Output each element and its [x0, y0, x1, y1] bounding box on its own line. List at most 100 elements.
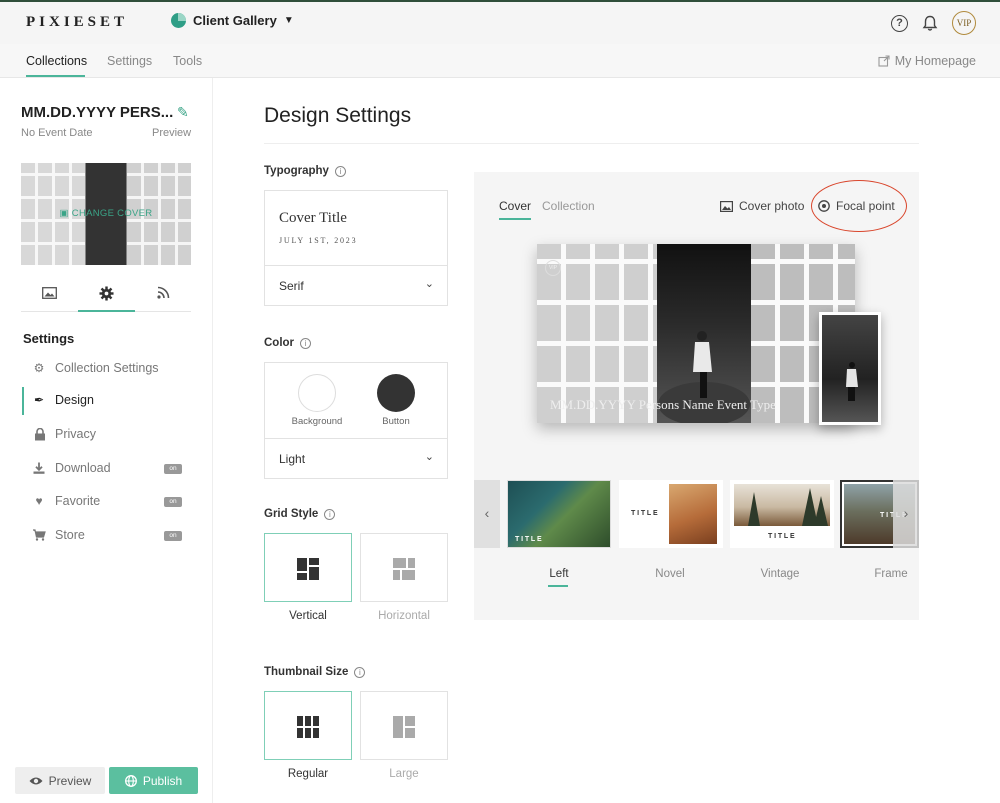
grid-vertical-option[interactable]: [264, 533, 352, 602]
help-icon[interactable]: ?: [891, 14, 908, 32]
layout-vintage-card[interactable]: TITLE: [730, 480, 834, 548]
layout-title-text: TITLE: [515, 536, 544, 543]
grid-vertical-label: Vertical: [289, 610, 327, 622]
cover-photo-label: Cover photo: [739, 199, 805, 213]
tab-tools[interactable]: Tools: [173, 54, 202, 68]
photo-icon: [42, 287, 57, 299]
product-switcher[interactable]: Client Gallery ▼: [171, 13, 294, 28]
horizontal-grid-icon: [393, 558, 415, 580]
sidebar: MM.DD.YYYY PERS... ✎ No Event Date Previ…: [0, 78, 213, 803]
thumbnail-large-option[interactable]: [360, 691, 448, 760]
theme-select-value: Light: [279, 452, 306, 466]
preview-button-label: Preview: [48, 773, 92, 788]
preview-tab-collection[interactable]: Collection: [542, 199, 595, 213]
color-box: Background Button Light ⌄: [264, 362, 448, 479]
typography-heading: Typography i: [264, 165, 346, 177]
grid-horizontal-option[interactable]: [360, 533, 448, 602]
thumbnail-size-heading: Thumbnail Size i: [264, 666, 366, 678]
layout-label-novel[interactable]: Novel: [618, 568, 722, 580]
activity-tab[interactable]: [135, 286, 192, 304]
event-date: No Event Date: [21, 127, 93, 139]
edit-pencil-icon[interactable]: ✎: [177, 104, 189, 121]
cart-icon: [33, 529, 46, 541]
sidebar-item-store[interactable]: Store on: [22, 522, 213, 550]
pine-trees-graphic: [734, 484, 830, 526]
external-link-icon: [878, 55, 890, 67]
grid-style-heading-label: Grid Style: [264, 508, 319, 520]
preview-button[interactable]: Preview: [15, 767, 105, 794]
my-homepage-link[interactable]: My Homepage: [878, 54, 976, 68]
scroll-left-button[interactable]: ‹: [474, 480, 500, 548]
image-icon: ▣: [59, 208, 69, 219]
vip-badge[interactable]: VIP: [952, 11, 976, 35]
change-cover-label: CHANGE COVER: [71, 208, 153, 219]
download-icon: [33, 462, 45, 474]
eye-icon: [29, 777, 43, 784]
cover-logo-mark: VIP: [545, 260, 561, 276]
color-heading: Color i: [264, 337, 312, 349]
info-icon[interactable]: i: [300, 337, 312, 349]
sidebar-item-favorite[interactable]: ♥ Favorite on: [22, 488, 213, 516]
thumbnail-large-label: Large: [389, 768, 419, 780]
background-color-swatch[interactable]: [298, 374, 336, 412]
sidebar-item-privacy[interactable]: Privacy: [22, 421, 213, 449]
info-icon[interactable]: i: [334, 165, 346, 177]
status-badge: on: [164, 497, 182, 507]
cover-image-desktop: VIP MM.DD.YYYY Persons Name Event Type: [537, 244, 855, 423]
mobile-person-graphic: [846, 362, 858, 401]
regular-grid-icon: [297, 716, 319, 738]
sidebar-item-design[interactable]: ✒ Design: [22, 387, 213, 415]
chevron-right-icon: ›: [903, 505, 909, 521]
typography-box: Cover Title JULY 1ST, 2023 Serif ⌄: [264, 190, 448, 306]
tab-settings[interactable]: Settings: [107, 54, 152, 68]
bell-icon[interactable]: [922, 15, 938, 32]
color-swatches: Background Button: [265, 363, 447, 439]
change-cover-button[interactable]: ▣ CHANGE COVER: [21, 208, 191, 219]
button-label: Button: [382, 416, 410, 427]
thumbnail-regular-label: Regular: [287, 768, 329, 780]
page-title: Design Settings: [264, 104, 412, 127]
status-badge: on: [164, 464, 182, 474]
info-icon[interactable]: i: [324, 508, 336, 520]
desert-dune-graphic: [669, 484, 717, 544]
sidebar-item-download[interactable]: Download on: [22, 455, 213, 483]
thumbnail-size-heading-label: Thumbnail Size: [264, 666, 349, 678]
layout-label-frame[interactable]: Frame: [839, 568, 943, 580]
pixieset-logo[interactable]: PIXIESET: [26, 14, 128, 31]
preview-tab-cover[interactable]: Cover: [499, 199, 531, 213]
sidebar-item-label: Design: [55, 393, 94, 407]
layout-label-left[interactable]: Left: [507, 568, 611, 580]
settings-heading: Settings: [23, 331, 75, 346]
chevron-down-icon: ⌄: [424, 278, 434, 290]
cover-preview-panel: Cover Collection Cover photo Focal point…: [474, 172, 919, 620]
client-gallery-icon: [171, 13, 186, 28]
gallery-preview-link[interactable]: Preview: [152, 127, 191, 139]
lock-icon: [35, 428, 45, 441]
font-select[interactable]: Serif ⌄: [265, 266, 447, 305]
cover-date-sample: JULY 1ST, 2023: [279, 236, 358, 245]
button-color-swatch[interactable]: [377, 374, 415, 412]
publish-button[interactable]: Publish: [109, 767, 198, 794]
layout-novel-card[interactable]: TITLE: [619, 480, 723, 548]
layout-label-vintage[interactable]: Vintage: [728, 568, 832, 580]
layout-title-text: TITLE: [631, 510, 660, 517]
rss-icon: [157, 286, 170, 299]
background-label: Background: [291, 416, 343, 427]
settings-tab[interactable]: [78, 286, 135, 306]
sidebar-item-collection-settings[interactable]: ⚙ Collection Settings: [22, 355, 213, 383]
layout-left-card[interactable]: TITLE: [507, 480, 611, 548]
sidebar-item-label: Privacy: [55, 427, 96, 441]
preview-tab-indicator: [499, 218, 531, 220]
scroll-right-button[interactable]: ›: [893, 480, 919, 548]
sidebar-item-label: Favorite: [55, 494, 101, 508]
gear-icon: ⚙: [33, 361, 45, 375]
cover-photo-button[interactable]: Cover photo: [720, 199, 804, 213]
theme-select[interactable]: Light ⌄: [265, 439, 447, 478]
layout-selected-indicator: [548, 585, 568, 587]
brush-icon: ✒: [33, 393, 45, 407]
cover-thumbnail[interactable]: ▣ CHANGE COVER: [21, 163, 191, 265]
thumbnail-regular-option[interactable]: [264, 691, 352, 760]
photos-tab[interactable]: [21, 286, 78, 304]
info-icon[interactable]: i: [354, 666, 366, 678]
tab-collections[interactable]: Collections: [26, 54, 87, 68]
